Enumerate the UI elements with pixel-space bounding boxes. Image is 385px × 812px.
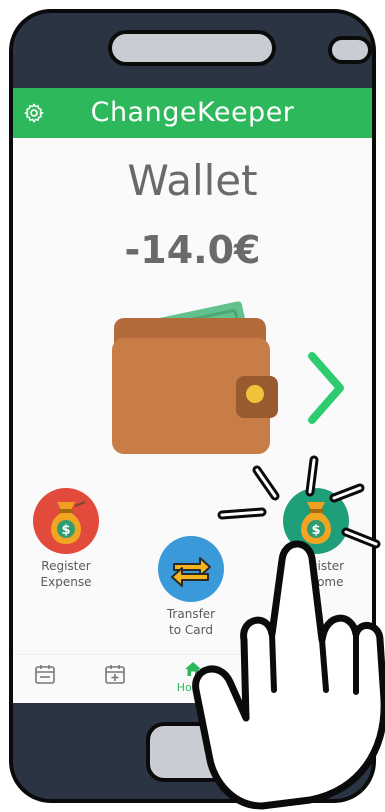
register-expense-label-1: Register [41, 559, 91, 573]
svg-text:$: $ [61, 523, 70, 538]
app-screen: ChangeKeeper Wallet -14.0€ $ Register Ex… [13, 88, 372, 703]
page-title: Wallet [127, 156, 258, 205]
money-bag-icon: $ [51, 501, 86, 544]
transfer-label-2: to Card [169, 623, 213, 637]
nav-item-home[interactable]: Home [163, 661, 223, 694]
register-income-label-1: gister [309, 559, 345, 573]
app-bar: ChangeKeeper [13, 88, 372, 138]
calendar-add-icon [105, 665, 125, 684]
chevron-right-icon[interactable] [306, 350, 346, 426]
register-income-circle: $ [283, 488, 349, 554]
register-expense-label-2: Expense [40, 575, 92, 589]
money-bag-icon: $ [301, 502, 331, 544]
transfer-arrows-icon [171, 557, 211, 587]
phone-speaker [108, 30, 276, 66]
wallet-balance: -14.0€ [124, 228, 261, 272]
app-title: ChangeKeeper [90, 97, 295, 128]
calendar-icon [35, 665, 55, 684]
nav-item-calendar-add[interactable] [85, 663, 145, 689]
phone-home-button [146, 722, 232, 782]
bottom-nav: Home [13, 654, 372, 703]
transfer-label-1: Transfer [166, 607, 216, 621]
phone-camera [328, 36, 372, 64]
register-expense-button[interactable]: $ Register Expense [33, 488, 99, 590]
svg-text:$: $ [311, 523, 320, 538]
transfer-circle [158, 536, 224, 602]
register-income-label-2: come [310, 575, 344, 589]
home-icon [185, 662, 201, 676]
register-income-button[interactable]: $ gister come [283, 488, 349, 590]
transfer-to-card-button[interactable]: Transfer to Card [158, 536, 224, 638]
wallet-icon [112, 301, 278, 454]
register-expense-circle: $ [33, 488, 99, 554]
nav-item-calendar[interactable] [15, 663, 75, 689]
nav-home-label: Home [176, 681, 210, 694]
